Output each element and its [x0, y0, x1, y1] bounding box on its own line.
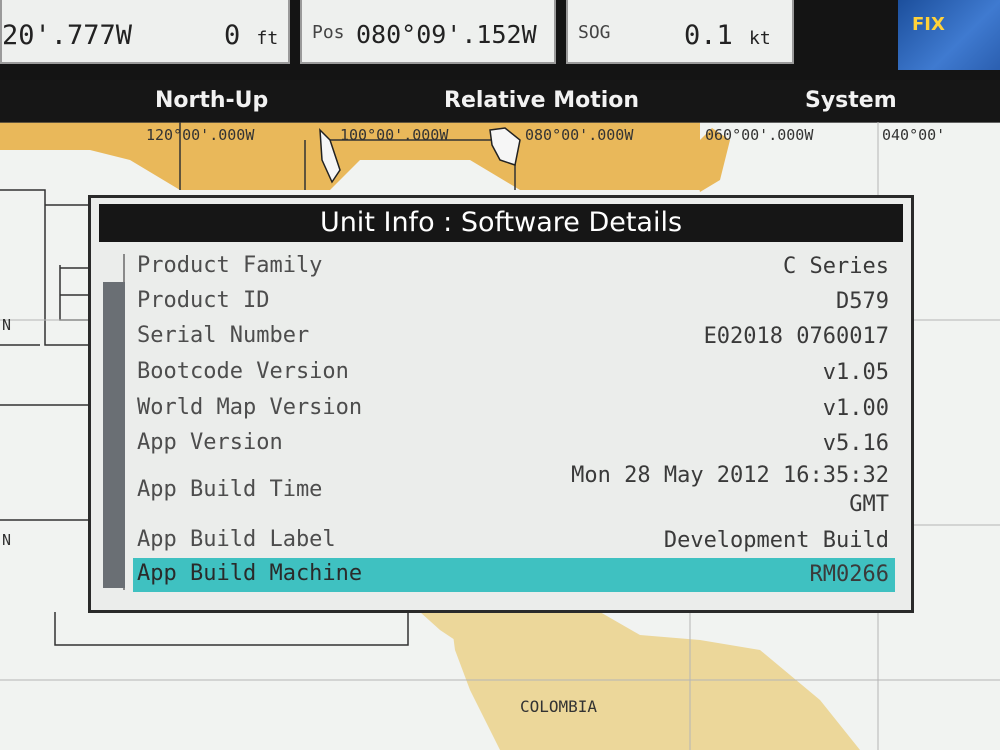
grid-label-2: 100°00'.000W	[340, 126, 449, 144]
info-row-app-build-label[interactable]: App Build Label Development Build	[133, 524, 895, 558]
info-row-app-build-time[interactable]: App Build Time Mon 28 May 2012 16:35:32 …	[133, 462, 895, 520]
info-row-bootcode-version[interactable]: Bootcode Version v1.05	[133, 356, 895, 390]
relative-motion-menu[interactable]: Relative Motion	[444, 88, 639, 113]
row-value: D579	[836, 289, 889, 314]
country-label: COLOMBIA	[520, 697, 597, 716]
longitude-value: 20'.777W	[2, 20, 133, 51]
row-label: Product ID	[137, 288, 270, 313]
row-value: v1.00	[822, 396, 889, 421]
row-value: v5.16	[822, 431, 889, 456]
software-details-dialog: Unit Info : Software Details Product Fam…	[88, 195, 914, 613]
row-value: Mon 28 May 2012 16:35:32	[571, 463, 889, 488]
row-label: Bootcode Version	[137, 359, 349, 384]
row-label: Serial Number	[137, 323, 310, 348]
system-menu[interactable]: System	[805, 88, 897, 113]
row-value: v1.05	[822, 360, 889, 385]
sog-cell[interactable]: SOG 0.1 kt	[566, 0, 794, 64]
info-row-serial-number[interactable]: Serial Number E02018 0760017	[133, 320, 895, 354]
row-label: App Build Time	[137, 477, 323, 502]
info-row-app-build-machine[interactable]: App Build Machine RM0266	[133, 558, 895, 592]
position-value: 080°09'.152W	[356, 20, 537, 49]
row-label: App Build Machine	[137, 561, 363, 586]
row-value: RM0266	[809, 562, 889, 587]
row-label: World Map Version	[137, 395, 363, 420]
gps-fix-icon[interactable]: FIX	[898, 0, 1000, 70]
info-row-world-map-version[interactable]: World Map Version v1.00	[133, 392, 895, 426]
top-data-bar: 20'.777W 0 ft Pos 080°09'.152W SOG 0.1 k…	[0, 0, 1000, 80]
lat-mark-2: N	[2, 531, 11, 549]
row-label: App Build Label	[137, 527, 336, 552]
depth-value: 0 ft	[224, 20, 279, 51]
row-value-timezone: GMT	[849, 492, 889, 517]
info-row-app-version[interactable]: App Version v5.16	[133, 427, 895, 461]
row-value: E02018 0760017	[703, 324, 889, 349]
position-label: Pos	[312, 22, 345, 43]
row-label: Product Family	[137, 253, 323, 278]
longitude-depth-cell[interactable]: 20'.777W 0 ft	[0, 0, 290, 64]
chart-menu-bar: North-Up Relative Motion System	[0, 80, 1000, 122]
grid-label-1: 120°00'.000W	[146, 126, 255, 144]
row-value: C Series	[783, 254, 889, 279]
dialog-title: Unit Info : Software Details	[99, 204, 903, 242]
info-row-product-id[interactable]: Product ID D579	[133, 285, 895, 319]
row-value: Development Build	[663, 528, 889, 553]
lat-mark-1: N	[2, 316, 11, 334]
grid-label-4: 060°00'.000W	[705, 126, 814, 144]
info-row-product-family[interactable]: Product Family C Series	[133, 250, 895, 284]
land-south-america	[450, 612, 860, 750]
scrollbar-thumb[interactable]	[103, 282, 125, 588]
row-label: App Version	[137, 430, 283, 455]
fix-label: FIX	[912, 14, 945, 35]
position-cell[interactable]: Pos 080°09'.152W	[300, 0, 556, 64]
north-up-menu[interactable]: North-Up	[155, 88, 268, 113]
grid-label-3: 080°00'.000W	[525, 126, 634, 144]
sog-value: 0.1 kt	[684, 20, 771, 51]
grid-label-5: 040°00'	[882, 126, 945, 144]
sog-label: SOG	[578, 22, 611, 43]
